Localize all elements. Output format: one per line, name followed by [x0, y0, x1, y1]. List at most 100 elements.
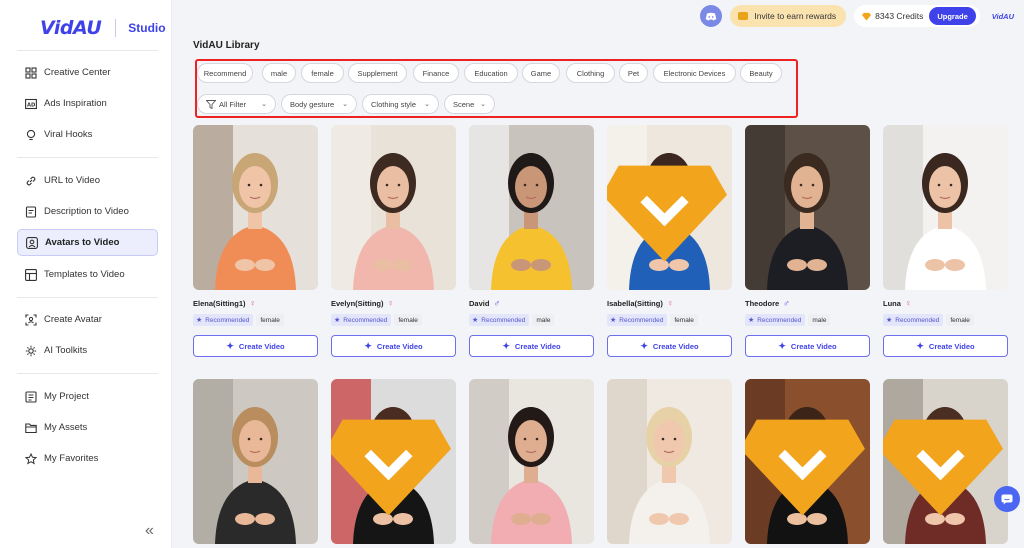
chevron-down-icon: ⌄ — [424, 101, 430, 108]
avatar-thumbnail[interactable] — [883, 125, 1008, 290]
recommended-badge: ★ Recommended — [607, 314, 668, 326]
dropdown-all-filter[interactable]: All Filter ⌄ — [197, 94, 276, 114]
avatar-card[interactable]: Elena(Sitting1) ♀ ★ Recommended female ✦ Creat… — [193, 125, 318, 357]
avatar-preview-image — [193, 379, 318, 544]
avatar-card[interactable]: Theodore ♂ ★ Recommended male ✦ Create Video — [745, 125, 870, 357]
create-video-button[interactable]: ✦ Create Video — [331, 335, 456, 357]
chip-electronic-devices[interactable]: Electronic Devices — [653, 63, 736, 83]
dropdown-body-gesture[interactable]: Body gesture ⌄ — [281, 94, 357, 114]
sidebar-item-label: URL to Video — [44, 175, 100, 186]
avatar-name: Elena(Sitting1) — [193, 298, 246, 308]
sidebar-item-label: My Favorites — [44, 453, 99, 464]
chip-game[interactable]: Game — [522, 63, 560, 83]
chip-pet[interactable]: Pet — [619, 63, 648, 83]
sidebar-item-ads-inspiration[interactable]: AD Ads Inspiration — [17, 90, 158, 117]
avatar-thumbnail[interactable] — [607, 379, 732, 544]
gender-tag: male — [808, 314, 831, 326]
sidebar-item-my-project[interactable]: My Project — [17, 383, 158, 410]
document-icon — [25, 205, 37, 218]
brand[interactable]: VidAU Studio — [40, 17, 166, 39]
create-video-button[interactable]: ✦ Create Video — [607, 335, 732, 357]
recommended-badge: ★ Recommended — [745, 314, 806, 326]
avatar-card[interactable] — [331, 379, 456, 544]
dropdown-scene[interactable]: Scene ⌄ — [444, 94, 495, 114]
sidebar-item-avatars-to-video[interactable]: Avatars to Video — [17, 229, 158, 256]
avatar-thumbnail[interactable] — [607, 125, 732, 290]
avatar-card[interactable] — [745, 379, 870, 544]
create-video-button[interactable]: ✦ Create Video — [745, 335, 870, 357]
sidebar-item-viral-hooks[interactable]: Viral Hooks — [17, 121, 158, 148]
chip-male[interactable]: male — [262, 63, 296, 83]
sidebar-item-templates-to-video[interactable]: Templates to Video — [17, 261, 158, 288]
avatar-card[interactable] — [469, 379, 594, 544]
upgrade-button[interactable]: Upgrade — [929, 7, 976, 25]
avatar-thumbnail[interactable] — [193, 125, 318, 290]
dropdown-label: Scene — [453, 99, 475, 109]
avatar-card[interactable]: Isabella(Sitting) ♀ ★ Recommended female ✦ Cre… — [607, 125, 732, 357]
recommended-badge: ★ Recommended — [883, 314, 944, 326]
sidebar-item-create-avatar[interactable]: Create Avatar — [17, 306, 158, 333]
recommended-label: Recommended — [205, 316, 250, 324]
chip-supplement[interactable]: Supplement — [348, 63, 407, 83]
divider — [17, 373, 158, 374]
chip-clothing[interactable]: Clothing — [566, 63, 615, 83]
sidebar-item-my-favorites[interactable]: My Favorites — [17, 445, 158, 472]
avatar-thumbnail[interactable] — [469, 125, 594, 290]
create-video-button[interactable]: ✦ Create Video — [883, 335, 1008, 357]
star-icon: ★ — [472, 317, 479, 324]
project-icon — [25, 390, 37, 403]
chat-support-button[interactable] — [994, 486, 1020, 512]
vidau-logo: VidAU — [40, 17, 102, 39]
sidebar-item-creative-center[interactable]: Creative Center — [17, 59, 158, 86]
invite-rewards-button[interactable]: Invite to earn rewards — [730, 5, 847, 27]
avatar-card[interactable] — [883, 379, 1008, 544]
avatar-card[interactable]: Luna ♀ ★ Recommended female ✦ Create Video — [883, 125, 1008, 357]
template-icon — [25, 268, 37, 281]
chevron-down-icon: ⌄ — [480, 101, 486, 108]
female-icon: ♀ — [904, 298, 912, 308]
sidebar-item-my-assets[interactable]: My Assets — [17, 414, 158, 441]
sidebar-item-url-to-video[interactable]: URL to Video — [17, 167, 158, 194]
grid-icon — [25, 66, 37, 79]
chip-beauty[interactable]: Beauty — [740, 63, 782, 83]
dropdown-clothing-style[interactable]: Clothing style ⌄ — [362, 94, 439, 114]
chip-education[interactable]: Education — [464, 63, 518, 83]
account-logo[interactable]: VidAU — [992, 12, 1014, 21]
avatar-card[interactable]: Evelyn(Sitting) ♀ ★ Recommended female ✦ Creat… — [331, 125, 456, 357]
avatar-thumbnail[interactable] — [193, 379, 318, 544]
chat-icon — [1001, 494, 1013, 504]
avatar-card[interactable]: David ♂ ★ Recommended male ✦ Create Video — [469, 125, 594, 357]
recommended-badge: ★ Recommended — [469, 314, 530, 326]
sidebar-item-ai-toolkits[interactable]: AI Toolkits — [17, 337, 158, 364]
collapse-sidebar-button[interactable]: « — [145, 522, 154, 540]
sparkle-icon: ✦ — [502, 340, 510, 351]
discord-icon[interactable] — [700, 5, 723, 27]
avatar-preview-image — [469, 379, 594, 544]
gift-icon — [738, 12, 749, 20]
avatar-name-row: David ♂ — [469, 298, 594, 308]
sparkle-icon: ✦ — [226, 340, 234, 351]
sidebar-item-label: Creative Center — [44, 67, 111, 78]
female-icon: ♀ — [387, 298, 395, 308]
avatar-thumbnail[interactable] — [331, 125, 456, 290]
chip-female[interactable]: female — [301, 63, 344, 83]
avatar-thumbnail[interactable] — [745, 125, 870, 290]
avatar-thumbnail[interactable] — [469, 379, 594, 544]
avatar-card[interactable] — [607, 379, 732, 544]
link-icon — [25, 175, 37, 187]
avatar-thumbnail[interactable] — [745, 379, 870, 544]
chip-finance[interactable]: Finance — [413, 63, 459, 83]
avatar-card[interactable] — [193, 379, 318, 544]
avatar-thumbnail[interactable] — [331, 379, 456, 544]
folder-icon — [25, 422, 37, 434]
avatar-thumbnail[interactable] — [883, 379, 1008, 544]
avatar-name-row: Luna ♀ — [883, 298, 1008, 308]
create-video-label: Create Video — [514, 341, 561, 351]
chip-recommend[interactable]: Recommend — [197, 63, 253, 83]
avatar-name-row: Elena(Sitting1) ♀ — [193, 298, 318, 308]
sidebar-item-description-to-video[interactable]: Description to Video — [17, 198, 158, 225]
avatar-tags: ★ Recommended female — [607, 314, 732, 326]
create-video-button[interactable]: ✦ Create Video — [193, 335, 318, 357]
star-icon: ★ — [610, 317, 617, 324]
create-video-button[interactable]: ✦ Create Video — [469, 335, 594, 357]
